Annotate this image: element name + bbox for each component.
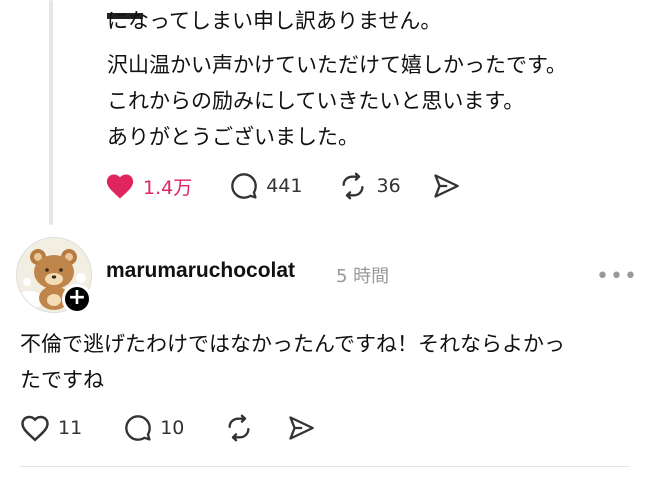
follow-plus-icon[interactable]: + [62,284,92,314]
clipped-text-line [107,0,190,19]
share-icon [434,174,459,198]
post-actions: 1.4万 441 36 [105,172,489,200]
reply-repost-button[interactable] [224,414,254,442]
reply-actions: 11 10 [20,414,344,442]
thread-connector-line [49,0,53,225]
reply-comment-button[interactable]: 10 [124,414,184,442]
post-text-line-4: ありがとうございました。 [107,125,359,149]
comment-icon [231,173,258,199]
reply-timestamp: 5 時間 [336,266,390,287]
reply-comment-count: 10 [160,417,185,439]
heart-icon [106,174,134,199]
repost-button[interactable]: 36 [338,172,401,200]
reply-text-line-2: たですね [20,368,104,392]
post-text-line-3: これからの励みにしていきたいと思います。 [107,89,525,113]
reply-text-line-1: 不倫で逃げたわけではなかったんですね！それならよかっ [20,332,565,356]
reply-like-count: 11 [58,417,83,439]
share-icon [289,416,315,440]
like-count: 1.4万 [143,176,193,199]
post-text-line-2: 沢山温かい声かけていただけて嬉しかったです。 [107,53,567,77]
post-text-line-1: になってしまい申し訳ありません。 [107,9,442,33]
divider [20,466,630,467]
comment-button[interactable]: 441 [230,172,302,200]
comment-icon [125,415,152,441]
reply-like-button[interactable]: 11 [20,414,82,442]
repost-icon [342,172,364,200]
reply-share-button[interactable] [286,414,316,442]
share-button[interactable] [431,172,461,200]
repost-icon [228,414,250,442]
comment-count: 441 [266,175,303,197]
like-button[interactable]: 1.4万 [105,172,192,200]
heart-icon [21,415,49,442]
more-icon[interactable]: ••• [596,264,638,289]
reply-username[interactable]: marumaruchocolat [106,259,295,283]
repost-count: 36 [376,175,401,197]
